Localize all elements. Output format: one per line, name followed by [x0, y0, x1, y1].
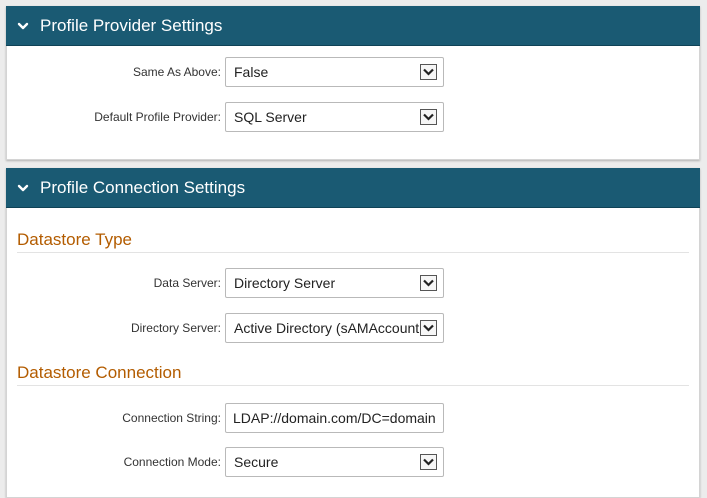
data-server-row: Data Server: Directory Server — [7, 268, 699, 298]
profile-connection-settings-header[interactable]: Profile Connection Settings — [6, 168, 700, 208]
selected-value: Secure — [234, 454, 279, 470]
connection-string-label: Connection String: — [122, 411, 221, 425]
same-as-above-row: Same As Above: False — [7, 57, 699, 87]
default-profile-provider-label: Default Profile Provider: — [94, 110, 221, 124]
connection-mode-select[interactable]: Secure — [225, 447, 444, 477]
chevron-down-icon[interactable] — [16, 181, 30, 195]
section-divider — [17, 252, 689, 253]
data-server-label: Data Server: — [153, 276, 221, 290]
profile-connection-settings-panel: Profile Connection Settings Datastore Ty… — [6, 168, 700, 498]
connection-string-input[interactable] — [225, 403, 444, 433]
profile-provider-settings-header[interactable]: Profile Provider Settings — [6, 6, 700, 46]
chevron-down-icon[interactable] — [16, 19, 30, 33]
profile-provider-settings-panel: Profile Provider Settings Same As Above:… — [6, 6, 700, 160]
selected-value: Active Directory (sAMAccountName) — [234, 320, 420, 336]
connection-mode-row: Connection Mode: Secure — [7, 447, 699, 477]
same-as-above-label: Same As Above: — [132, 65, 221, 79]
selected-value: Directory Server — [234, 275, 336, 291]
connection-string-row: Connection String: — [7, 403, 699, 433]
default-profile-provider-select[interactable]: SQL Server — [225, 102, 444, 132]
datastore-type-heading: Datastore Type — [17, 230, 132, 249]
panel-title: Profile Provider Settings — [40, 15, 223, 35]
section-divider — [17, 385, 689, 386]
default-profile-provider-row: Default Profile Provider: SQL Server — [7, 102, 699, 132]
panel-title: Profile Connection Settings — [40, 177, 246, 197]
dropdown-arrow-icon[interactable] — [420, 109, 437, 125]
dropdown-arrow-icon[interactable] — [420, 275, 437, 291]
connection-mode-label: Connection Mode: — [123, 455, 221, 469]
selected-value: SQL Server — [234, 109, 307, 125]
selected-value: False — [234, 64, 269, 80]
dropdown-arrow-icon[interactable] — [420, 454, 437, 470]
directory-server-row: Directory Server: Active Directory (sAMA… — [7, 313, 699, 343]
data-server-select[interactable]: Directory Server — [225, 268, 444, 298]
directory-server-label: Directory Server: — [130, 321, 221, 335]
dropdown-arrow-icon[interactable] — [420, 64, 437, 80]
same-as-above-select[interactable]: False — [225, 57, 444, 87]
datastore-connection-heading: Datastore Connection — [17, 363, 182, 382]
directory-server-select[interactable]: Active Directory (sAMAccountName) — [225, 313, 444, 343]
dropdown-arrow-icon[interactable] — [420, 320, 437, 336]
